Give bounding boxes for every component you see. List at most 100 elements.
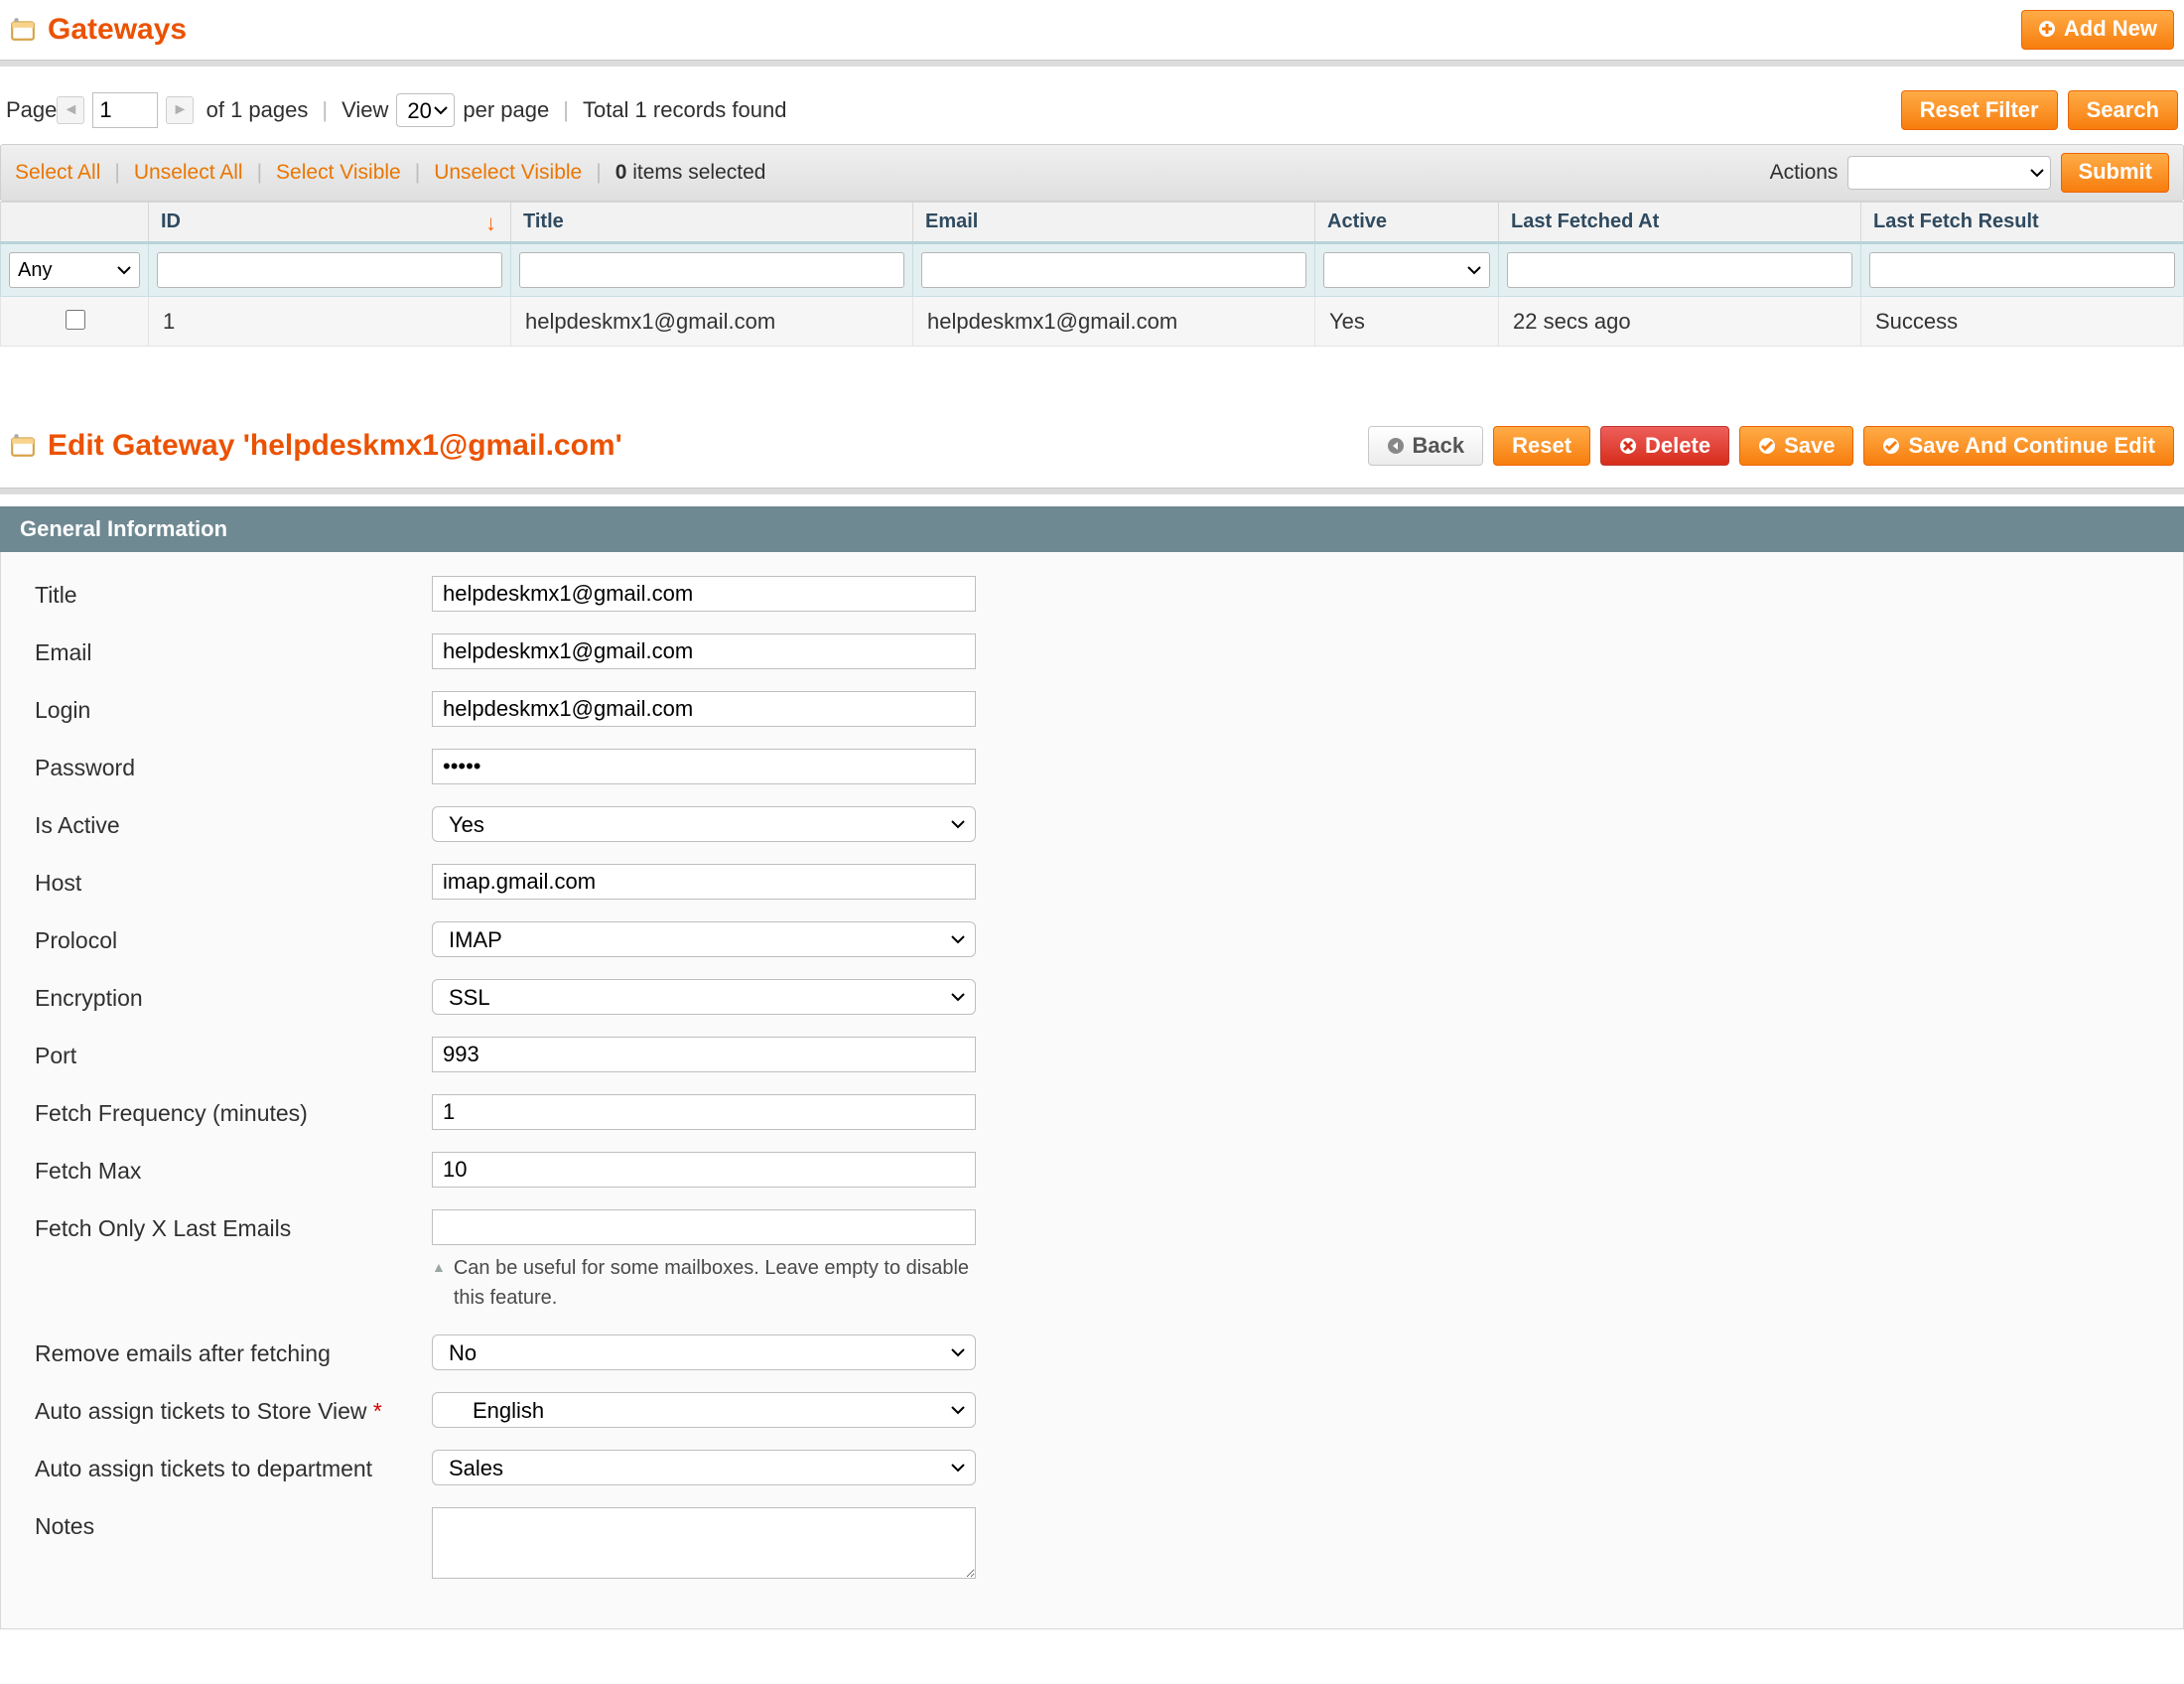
page-header-edit-gateway: Edit Gateway 'helpdeskmx1@gmail.com' Bac… [0,347,2184,488]
unselect-all-link[interactable]: Unselect All [134,161,243,185]
protocol-select[interactable]: IMAP [432,921,976,957]
divider [0,60,2184,67]
port-field[interactable] [432,1037,976,1072]
items-selected-label: 0 items selected [615,161,766,185]
email-field[interactable] [432,633,976,669]
label-password: Password [35,749,432,781]
filter-email-input[interactable] [921,252,1306,288]
cell-title: helpdeskmx1@gmail.com [511,297,913,347]
filter-id-input[interactable] [157,252,502,288]
reset-filter-button[interactable]: Reset Filter [1901,90,2058,130]
page-icon [10,17,36,43]
massaction-bar: Select All| Unselect All| Select Visible… [0,144,2184,202]
submit-button[interactable]: Submit [2061,153,2169,193]
grid-toolbar: Page ◄ ► of 1 pages | View 20 per page |… [0,67,2184,144]
fetch-max-field[interactable] [432,1152,976,1188]
page-icon [10,433,36,459]
col-last-fetched[interactable]: Last Fetched At [1499,203,1861,243]
fetch-frequency-field[interactable] [432,1094,976,1130]
divider [0,488,2184,494]
check-circle-icon [1882,437,1900,455]
label-encryption: Encryption [35,979,432,1012]
page-title: Edit Gateway 'helpdeskmx1@gmail.com' [48,429,622,463]
label-department: Auto assign tickets to department [35,1450,432,1482]
check-circle-icon [1758,437,1776,455]
label-host: Host [35,864,432,897]
actions-select[interactable] [1847,156,2051,190]
select-visible-link[interactable]: Select Visible [276,161,401,185]
cell-id: 1 [149,297,511,347]
reset-button[interactable]: Reset [1493,426,1590,466]
next-page-button[interactable]: ► [166,96,194,124]
actions-label: Actions [1770,161,1839,185]
delete-icon [1619,437,1637,455]
label-remove-after: Remove emails after fetching [35,1334,432,1367]
department-select[interactable]: Sales [432,1450,976,1485]
col-title[interactable]: Title [511,203,913,243]
filter-fetched-input[interactable] [1507,252,1852,288]
store-view-select[interactable]: English [432,1392,976,1428]
cell-email: helpdeskmx1@gmail.com [913,297,1315,347]
section-header: General Information [0,506,2184,552]
label-store-view: Auto assign tickets to Store View * [35,1392,432,1425]
cell-active: Yes [1315,297,1499,347]
of-pages-label: of 1 pages [206,97,309,123]
filter-title-input[interactable] [519,252,904,288]
prev-page-button[interactable]: ◄ [57,96,84,124]
back-icon [1387,437,1405,455]
per-page-label: per page [463,97,549,123]
label-title: Title [35,576,432,609]
gateways-grid: ID↓ Title Email Active Last Fetched At L… [0,202,2184,347]
general-information-form: Title Email Login Password Is Active Yes… [0,552,2184,1629]
search-button[interactable]: Search [2068,90,2178,130]
table-row[interactable]: 1 helpdeskmx1@gmail.com helpdeskmx1@gmai… [1,297,2184,347]
remove-after-select[interactable]: No [432,1334,976,1370]
save-continue-button[interactable]: Save And Continue Edit [1863,426,2174,466]
title-field[interactable] [432,576,976,612]
per-page-select[interactable]: 20 [396,93,455,127]
encryption-select[interactable]: SSL [432,979,976,1015]
col-id[interactable]: ID↓ [149,203,511,243]
label-protocol: Prolocol [35,921,432,954]
label-port: Port [35,1037,432,1069]
col-email[interactable]: Email [913,203,1315,243]
page-label: Page [6,97,57,123]
filter-any-select[interactable]: Any [9,252,140,288]
page-header-gateways: Gateways Add New [0,0,2184,60]
sort-desc-icon: ↓ [485,210,496,236]
page-title: Gateways [48,13,187,47]
notes-field[interactable] [432,1507,976,1579]
row-checkbox[interactable] [66,310,85,330]
col-last-result[interactable]: Last Fetch Result [1861,203,2184,243]
cell-last-result: Success [1861,297,2184,347]
filter-active-select[interactable] [1323,252,1490,288]
label-is-active: Is Active [35,806,432,839]
label-fetch-max: Fetch Max [35,1152,432,1185]
total-records-label: Total 1 records found [583,97,786,123]
fetch-last-hint: ▲Can be useful for some mailboxes. Leave… [432,1253,976,1313]
is-active-select[interactable]: Yes [432,806,976,842]
password-field[interactable] [432,749,976,784]
col-active[interactable]: Active [1315,203,1499,243]
view-label: View [341,97,388,123]
label-login: Login [35,691,432,724]
host-field[interactable] [432,864,976,900]
select-all-link[interactable]: Select All [15,161,100,185]
label-notes: Notes [35,1507,432,1540]
add-new-button[interactable]: Add New [2021,10,2174,50]
page-input[interactable] [92,92,158,128]
col-checkbox [1,203,149,243]
label-fetch-freq: Fetch Frequency (minutes) [35,1094,432,1127]
back-button[interactable]: Back [1368,426,1484,466]
label-fetch-last: Fetch Only X Last Emails [35,1209,432,1242]
filter-result-input[interactable] [1869,252,2175,288]
hint-icon: ▲ [432,1253,446,1313]
unselect-visible-link[interactable]: Unselect Visible [434,161,582,185]
filter-row: Any [1,243,2184,297]
login-field[interactable] [432,691,976,727]
label-email: Email [35,633,432,666]
save-button[interactable]: Save [1739,426,1853,466]
cell-last-fetched: 22 secs ago [1499,297,1861,347]
fetch-last-field[interactable] [432,1209,976,1245]
delete-button[interactable]: Delete [1600,426,1729,466]
